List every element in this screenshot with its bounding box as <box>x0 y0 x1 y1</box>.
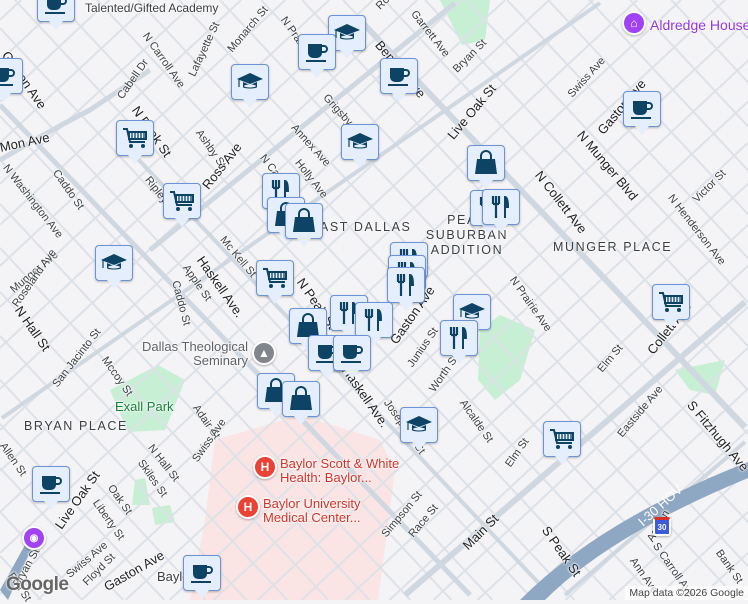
hospital-pin[interactable]: H <box>253 455 277 479</box>
aldredge-house-pin[interactable]: ⌂ <box>622 11 646 35</box>
school-marker[interactable] <box>95 245 133 281</box>
map-attribution[interactable]: Map data ©2026 Google <box>625 586 748 600</box>
cart-marker[interactable] <box>116 120 154 156</box>
coffee-marker[interactable] <box>623 91 661 127</box>
shopping-cart-icon <box>121 125 149 151</box>
coffee-marker[interactable] <box>380 58 418 94</box>
hospital-label[interactable]: Baylor Scott & White Health: Baylor... <box>280 457 420 485</box>
food-marker[interactable] <box>440 320 478 356</box>
coffee-cup-icon <box>303 39 331 65</box>
bag-marker[interactable] <box>282 381 320 417</box>
shopping-cart-icon <box>261 265 289 291</box>
hospital-label[interactable]: Baylor University Medical Center... <box>263 497 378 525</box>
camera-pin[interactable]: ◉ <box>22 526 46 550</box>
coffee-cup-icon <box>37 471 65 497</box>
food-marker[interactable] <box>355 302 393 338</box>
hospital-pin[interactable]: H <box>236 495 260 519</box>
fork-knife-icon <box>445 325 473 351</box>
school-label: Talented/Gifted Academy <box>85 1 218 15</box>
coffee-marker[interactable] <box>333 335 371 371</box>
interstate-shield: 30 <box>653 517 671 536</box>
coffee-marker[interactable] <box>37 0 75 22</box>
shopping-cart-icon <box>168 188 196 214</box>
neighborhood-label: BRYAN PLACE <box>24 419 128 434</box>
food-marker[interactable] <box>482 189 520 225</box>
fork-knife-icon <box>392 272 420 298</box>
graduation-cap-icon <box>346 129 374 155</box>
cart-marker[interactable] <box>163 183 201 219</box>
coffee-cup-icon <box>0 63 18 89</box>
shopping-bag-icon <box>472 150 500 176</box>
neighborhood-label: MUNGER PLACE <box>553 240 672 255</box>
exall-park-label[interactable]: Exall Park <box>115 400 174 414</box>
coffee-marker[interactable] <box>183 555 221 591</box>
aldredge-house-label[interactable]: Aldredge House <box>650 18 748 32</box>
neighborhood-label: EAST DALLAS <box>310 220 411 235</box>
shopping-cart-icon <box>657 289 685 315</box>
school-marker[interactable] <box>341 124 379 160</box>
seminary-label[interactable]: Dallas Theological Seminary <box>136 340 248 368</box>
food-marker[interactable] <box>387 267 425 303</box>
bag-marker[interactable] <box>285 203 323 239</box>
coffee-cup-icon <box>385 63 413 89</box>
school-marker[interactable] <box>231 64 269 100</box>
graduation-cap-icon <box>236 69 264 95</box>
cart-marker[interactable] <box>652 284 690 320</box>
fork-knife-icon <box>360 307 388 333</box>
fork-knife-icon <box>487 194 515 220</box>
coffee-marker[interactable] <box>32 466 70 502</box>
shopping-bag-icon <box>287 386 315 412</box>
google-logo: Google <box>6 574 68 596</box>
coffee-cup-icon <box>188 560 216 586</box>
coffee-cup-icon <box>42 0 70 17</box>
graduation-cap-icon <box>405 412 433 438</box>
cart-marker[interactable] <box>543 421 581 457</box>
coffee-marker[interactable] <box>0 58 23 94</box>
coffee-cup-icon <box>628 96 656 122</box>
cart-marker[interactable] <box>256 260 294 296</box>
seminary-pin[interactable]: ▲ <box>252 341 276 365</box>
bag-marker[interactable] <box>467 145 505 181</box>
graduation-cap-icon <box>100 250 128 276</box>
shopping-bag-icon <box>290 208 318 234</box>
graduation-cap-icon <box>333 20 361 46</box>
coffee-marker[interactable] <box>298 34 336 70</box>
street <box>671 0 748 82</box>
coffee-cup-icon <box>338 340 366 366</box>
shopping-cart-icon <box>548 426 576 452</box>
school-marker[interactable] <box>400 407 438 443</box>
